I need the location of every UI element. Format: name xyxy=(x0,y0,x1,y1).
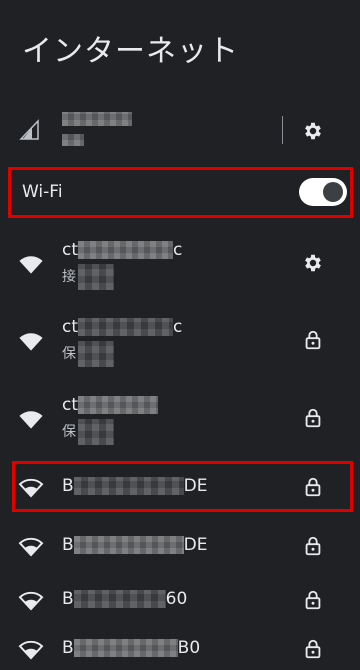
wifi-toggle-row[interactable]: Wi-Fi xyxy=(0,167,360,218)
wifi-signal-icon xyxy=(18,637,44,667)
network-status-text: 保 xyxy=(62,346,76,362)
ssid-suffix: c xyxy=(173,317,183,337)
divider xyxy=(282,116,283,144)
mobile-status-blurred xyxy=(62,134,84,146)
ssid-prefix: ct xyxy=(62,240,79,260)
wifi-signal-icon xyxy=(18,534,44,564)
ssid-prefix: ct xyxy=(62,395,79,415)
ssid-suffix: c xyxy=(173,240,183,260)
ssid-prefix: ct xyxy=(62,317,79,337)
wifi-signal-icon xyxy=(18,588,44,618)
network-ssid: B 60 xyxy=(62,589,187,609)
lock-icon xyxy=(302,589,324,615)
network-ssid: ct c xyxy=(62,317,182,337)
wifi-signal-icon xyxy=(18,407,44,437)
ssid-prefix: B xyxy=(62,589,74,609)
ssid-suffix: 60 xyxy=(165,589,188,609)
ssid-blurred xyxy=(78,318,174,336)
wifi-network-row[interactable]: B DE xyxy=(0,521,360,571)
mobile-network-row[interactable] xyxy=(0,100,360,164)
lock-icon xyxy=(302,638,324,664)
ssid-blurred xyxy=(73,536,184,554)
wifi-network-row[interactable]: ct c 保 xyxy=(0,309,360,379)
gear-icon[interactable] xyxy=(302,252,324,278)
network-ssid: ct c xyxy=(62,240,182,260)
wifi-label: Wi-Fi xyxy=(22,182,63,202)
network-status-text: 保 xyxy=(62,424,76,440)
ssid-suffix: B0 xyxy=(177,638,201,658)
wifi-signal-icon xyxy=(18,252,44,282)
wifi-signal-icon xyxy=(18,329,44,359)
wifi-network-row[interactable]: ct 保 xyxy=(0,387,360,457)
wifi-network-row[interactable]: B 60 xyxy=(0,575,360,625)
network-status-text: 接 xyxy=(62,269,76,285)
wifi-toggle[interactable] xyxy=(299,178,347,206)
lock-icon xyxy=(302,329,324,355)
status-blurred xyxy=(78,264,114,290)
ssid-prefix: B xyxy=(62,535,74,555)
network-ssid: B DE xyxy=(62,535,208,555)
ssid-blurred xyxy=(78,241,174,259)
network-highlight-box xyxy=(12,461,353,512)
page-title: インターネット xyxy=(22,34,239,69)
ssid-suffix: DE xyxy=(183,535,208,555)
network-ssid: B B0 xyxy=(62,638,200,658)
cellular-signal-icon xyxy=(19,119,39,140)
network-status: 保 xyxy=(62,419,114,445)
toggle-knob xyxy=(323,182,343,202)
lock-icon xyxy=(302,407,324,433)
ssid-blurred xyxy=(73,639,178,657)
network-status: 保 xyxy=(62,341,114,367)
status-blurred xyxy=(78,419,114,445)
network-status: 接 xyxy=(62,264,114,290)
ssid-blurred xyxy=(73,590,166,608)
wifi-network-row[interactable]: ct c 接 xyxy=(0,232,360,302)
network-ssid: ct xyxy=(62,395,159,415)
ssid-blurred xyxy=(78,396,159,414)
gear-icon[interactable] xyxy=(302,120,324,142)
wifi-network-row[interactable]: B B0 xyxy=(0,628,360,670)
status-blurred xyxy=(78,341,114,367)
mobile-carrier-name-blurred xyxy=(62,112,132,126)
lock-icon xyxy=(302,535,324,561)
ssid-prefix: B xyxy=(62,638,74,658)
